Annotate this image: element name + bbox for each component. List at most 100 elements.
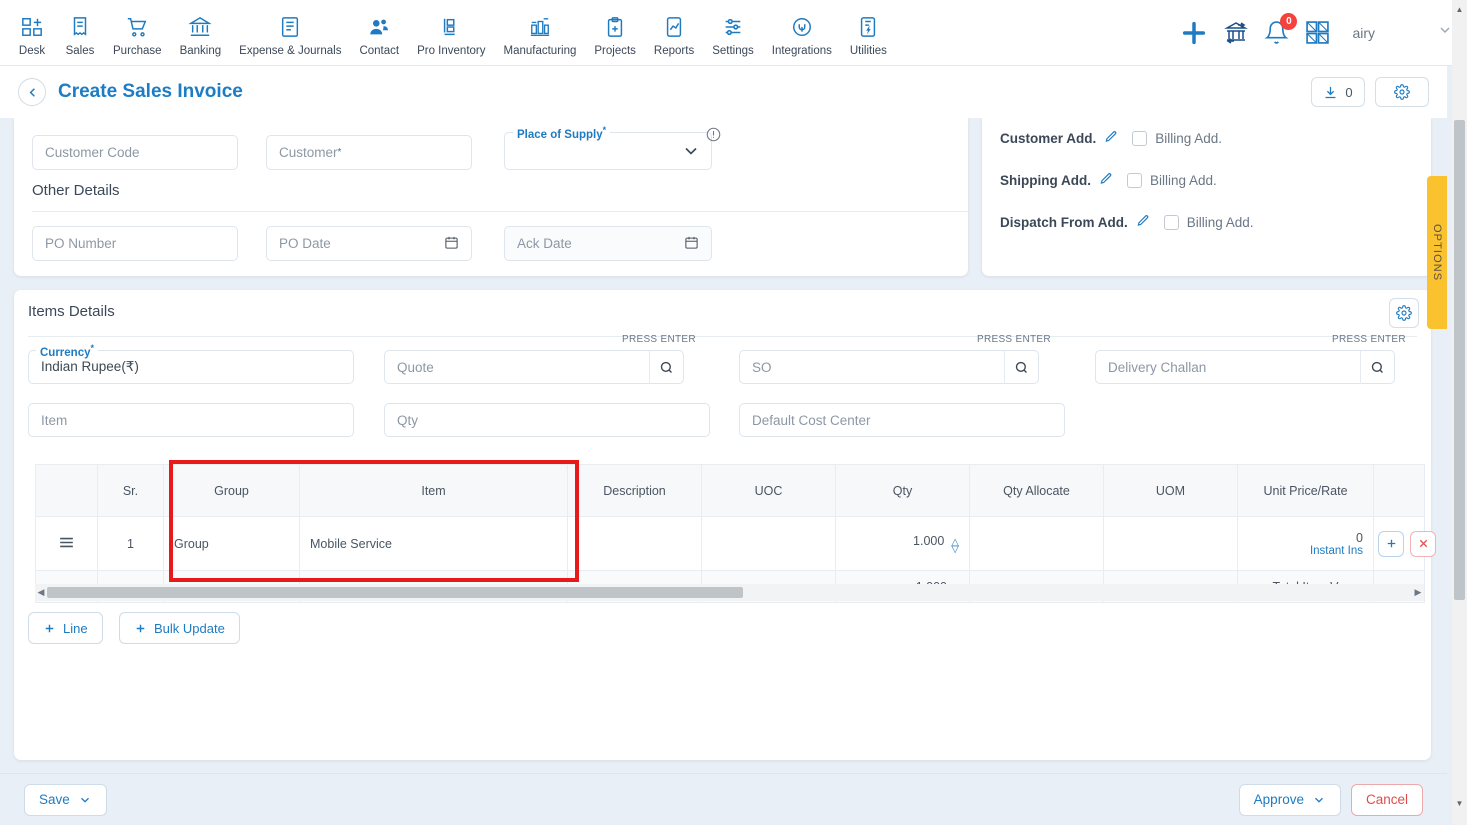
pencil-icon[interactable]	[1099, 172, 1113, 189]
nav-item-sales[interactable]: Sales	[56, 8, 104, 57]
search-icon[interactable]	[1004, 351, 1038, 384]
nav-item-utilities[interactable]: Utilities	[841, 8, 896, 57]
add-row-button[interactable]	[1378, 530, 1404, 557]
projects-clipboard-icon	[604, 14, 626, 40]
page-vertical-scrollbar[interactable]: ▲ ▼	[1452, 0, 1467, 825]
items-table-horizontal-scrollbar[interactable]: ◀ ▶	[35, 584, 1424, 601]
column-header-unit-price-rate: Unit Price/Rate	[1237, 464, 1374, 517]
so-press-enter-hint: PRESS ENTER	[977, 334, 1051, 345]
nav-item-label: Sales	[65, 45, 95, 57]
utilities-icon	[857, 14, 879, 40]
attachment-button[interactable]: 0	[1311, 77, 1365, 107]
approve-button[interactable]: Approve	[1238, 783, 1341, 816]
row-uom[interactable]	[1103, 516, 1238, 571]
nav-item-label: Manufacturing	[503, 45, 577, 57]
nav-item-label: Expense & Journals	[239, 45, 342, 57]
info-circle-icon[interactable]	[706, 127, 721, 147]
add-line-button[interactable]: Line	[28, 612, 103, 644]
row-uoc[interactable]	[701, 516, 836, 571]
other-details-divider	[32, 211, 968, 212]
options-side-tab[interactable]: OPTIONS	[1427, 176, 1447, 329]
nav-item-label: Utilities	[849, 45, 887, 57]
nav-item-desk[interactable]: Desk	[8, 8, 56, 57]
item-input[interactable]: Item	[28, 403, 354, 437]
notification-bell-icon[interactable]: 0	[1264, 13, 1298, 45]
plus-icon	[136, 624, 145, 632]
row-item[interactable]: Mobile Service	[299, 516, 568, 571]
row-qty[interactable]: 1.000 △ ▽	[835, 516, 970, 571]
search-icon[interactable]	[649, 351, 683, 384]
address-row-label: Shipping Add.	[1000, 173, 1091, 188]
column-header-item: Item	[299, 464, 568, 517]
chevron-down-icon	[1315, 797, 1323, 803]
delete-row-button[interactable]	[1410, 530, 1436, 557]
billing-address-checkbox[interactable]	[1163, 215, 1179, 230]
quote-press-enter-hint: PRESS ENTER	[622, 334, 696, 345]
calendar-icon[interactable]	[684, 235, 699, 253]
bank-transfer-icon[interactable]	[1224, 21, 1249, 45]
instant-insert-link[interactable]: Instant Ins	[1248, 545, 1363, 557]
bulk-update-button[interactable]: Bulk Update	[119, 612, 240, 644]
nav-item-expense-journals[interactable]: Expense & Journals	[230, 8, 350, 57]
scroll-right-arrow-icon[interactable]: ▶	[1412, 587, 1424, 598]
stepper-up-down-icon[interactable]: △ ▽	[951, 538, 959, 555]
billing-address-checkbox[interactable]	[1132, 131, 1148, 146]
hscroll-thumb[interactable]	[47, 587, 744, 598]
pencil-icon[interactable]	[1136, 214, 1150, 231]
row-group[interactable]: Group	[163, 516, 300, 571]
vertical-scroll-thumb[interactable]	[1454, 120, 1465, 600]
cancel-button[interactable]: Cancel	[1350, 783, 1423, 816]
items-settings-gear-icon[interactable]	[1389, 298, 1419, 328]
nav-item-purchase[interactable]: Purchase	[104, 8, 171, 57]
nav-item-contact[interactable]: Contact	[350, 8, 408, 57]
page-settings-button[interactable]	[1375, 77, 1429, 107]
so-search-input[interactable]: SO	[739, 350, 1039, 384]
customer-code-input[interactable]: Customer Code	[32, 135, 238, 170]
back-button[interactable]	[18, 78, 46, 106]
hscroll-track[interactable]	[47, 587, 1412, 598]
nav-item-manufacturing[interactable]: Manufacturing	[495, 8, 586, 57]
nav-item-settings[interactable]: Settings	[703, 8, 763, 57]
address-row-label: Customer Add.	[1000, 131, 1097, 146]
search-icon[interactable]	[1360, 351, 1394, 384]
top-navigation-bar: Desk Sales Purchase Banking Expense & Journa…	[0, 0, 1467, 66]
scroll-left-arrow-icon[interactable]: ◀	[35, 587, 47, 598]
row-qty-allocate[interactable]	[969, 516, 1104, 571]
po-date-input[interactable]: PO Date	[266, 226, 472, 261]
delivery-challan-search-input[interactable]: Delivery Challan	[1095, 350, 1395, 384]
po-number-input[interactable]: PO Number	[32, 226, 238, 261]
billing-address-checkbox[interactable]	[1126, 173, 1142, 188]
nav-item-integrations[interactable]: Integrations	[763, 8, 841, 57]
nav-item-banking[interactable]: Banking	[171, 8, 231, 57]
items-details-card: Items Details Indian Rupee(₹) Currency* …	[14, 290, 1436, 824]
column-header-qty: Qty	[835, 464, 970, 517]
table-row[interactable]: 1 Group Mobile Service 1.000 △ ▽ 0 Instant Ins	[35, 516, 1436, 571]
scroll-up-arrow-icon[interactable]: ▲	[1452, 2, 1467, 17]
row-description[interactable]	[567, 516, 702, 571]
chevron-down-icon[interactable]	[1437, 22, 1453, 43]
nav-item-label: Contact	[359, 45, 400, 57]
nav-item-pro-inventory[interactable]: Pro Inventory	[408, 8, 494, 57]
save-label: Save	[39, 792, 70, 807]
nav-item-projects[interactable]: Projects	[585, 8, 645, 57]
default-cost-center-input[interactable]: Default Cost Center	[739, 403, 1065, 437]
pencil-icon[interactable]	[1104, 130, 1118, 147]
customer-placeholder: Customer	[279, 145, 338, 160]
nav-item-label: Banking	[179, 45, 222, 57]
items-table-header-row: Sr. Group Item Description UOC Qty Qty Allocat…	[35, 464, 1425, 517]
save-button[interactable]: Save	[24, 783, 107, 816]
ack-date-input[interactable]: Ack Date	[504, 226, 712, 261]
column-header-uoc: UOC	[701, 464, 836, 517]
plus-icon[interactable]	[1180, 19, 1208, 47]
integrations-plug-icon	[791, 14, 813, 40]
scroll-down-arrow-icon[interactable]: ▼	[1452, 796, 1467, 811]
quote-search-input[interactable]: Quote	[384, 350, 684, 384]
nav-item-reports[interactable]: Reports	[645, 8, 703, 57]
qty-input[interactable]: Qty	[384, 403, 710, 437]
drag-handle-icon[interactable]	[35, 516, 98, 571]
row-unit-price-cell[interactable]: 0 Instant Ins	[1237, 516, 1374, 571]
calendar-icon[interactable]	[444, 235, 459, 253]
apps-grid-icon[interactable]	[1305, 20, 1330, 45]
main-nav-items: Desk Sales Purchase Banking Expense & Journa…	[0, 8, 896, 57]
customer-input[interactable]: Customer *	[266, 135, 472, 170]
